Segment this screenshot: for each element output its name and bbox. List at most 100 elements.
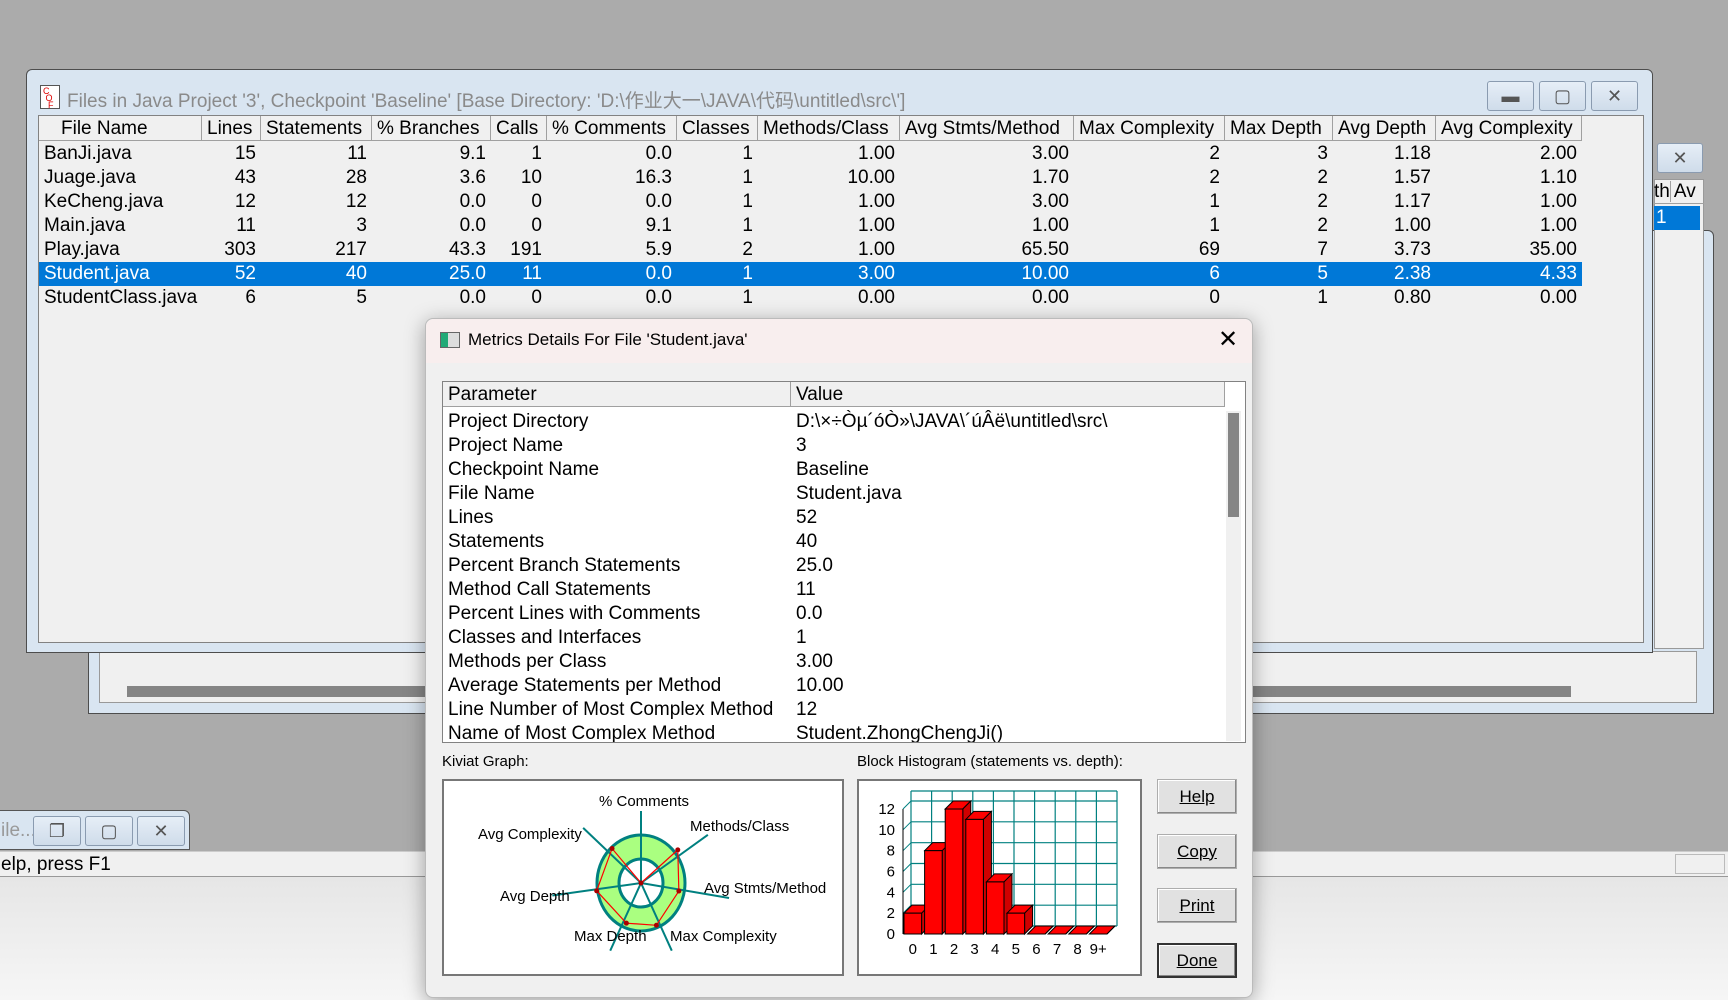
- y-tick-label: 6: [887, 864, 895, 881]
- metric-parameter: Statements: [448, 531, 545, 552]
- table-cell: 65.50: [1021, 239, 1069, 260]
- back-selected-cell[interactable]: 1: [1654, 206, 1700, 230]
- table-row[interactable]: Juage.java 43 28 3.6 10 16.3 1 10.00 1.70 2 2 1.57 1…: [39, 166, 1582, 190]
- copy-label: Copy: [1177, 841, 1217, 861]
- metrics-row[interactable]: Project Name 3: [443, 434, 1225, 458]
- metrics-row[interactable]: Checkpoint Name Baseline: [443, 458, 1225, 482]
- metric-value: 3.00: [796, 651, 833, 672]
- close-button[interactable]: ✕: [1591, 81, 1638, 111]
- column-header[interactable]: Max Depth: [1225, 116, 1333, 141]
- metrics-row[interactable]: Methods per Class 3.00: [443, 650, 1225, 674]
- table-cell: 0: [531, 215, 542, 236]
- table-row[interactable]: Student.java 52 40 25.0 11 0.0 1 3.00 10.00 6 5 2.3…: [39, 262, 1582, 286]
- copy-button[interactable]: Copy: [1157, 834, 1237, 869]
- metrics-table: Parameter Value Project Directory D:\×÷Òµ´ó…: [442, 381, 1246, 743]
- column-header[interactable]: Classes: [677, 116, 758, 141]
- table-cell: 0.00: [1032, 287, 1069, 308]
- metrics-row[interactable]: Average Statements per Method 10.00: [443, 674, 1225, 698]
- table-cell: 0.00: [1540, 287, 1577, 308]
- column-header[interactable]: Avg Complexity: [1436, 116, 1582, 141]
- metrics-row[interactable]: Method Call Statements 11: [443, 578, 1225, 602]
- histogram-bar: [965, 818, 984, 935]
- table-row[interactable]: Main.java 11 3 0.0 0 9.1 1 1.00 1.00 1 2 1.00 1.00: [39, 214, 1582, 238]
- column-header[interactable]: Statements: [261, 116, 372, 141]
- metric-value: 25.0: [796, 555, 833, 576]
- table-row[interactable]: Play.java 303 217 43.3 191 5.9 2 1.00 65.50 69 7 3.…: [39, 238, 1582, 262]
- column-header[interactable]: Calls: [491, 116, 547, 141]
- table-cell: 3: [1317, 143, 1328, 164]
- column-header[interactable]: File Name: [39, 116, 202, 141]
- minimized-window[interactable]: ile... ❐ ▢ ✕: [0, 810, 190, 850]
- table-cell: 2.00: [1540, 143, 1577, 164]
- metric-value: 1: [796, 627, 807, 648]
- table-cell: 52: [234, 263, 256, 284]
- table-cell: 2: [1317, 191, 1328, 212]
- column-header[interactable]: Avg Depth: [1333, 116, 1436, 141]
- column-header[interactable]: Value: [791, 382, 1225, 407]
- table-cell: 0: [531, 191, 542, 212]
- print-label: Print: [1179, 895, 1215, 915]
- column-header[interactable]: Max Complexity: [1074, 116, 1225, 141]
- restore-button[interactable]: ❐: [33, 816, 81, 846]
- column-header[interactable]: Lines: [202, 116, 261, 141]
- x-tick-label: 8: [1073, 941, 1081, 958]
- metrics-row[interactable]: File Name Student.java: [443, 482, 1225, 506]
- close-icon: ✕: [1672, 147, 1688, 168]
- dialog-close-button[interactable]: ✕: [1218, 325, 1238, 354]
- metric-parameter: Percent Branch Statements: [448, 555, 681, 576]
- column-header[interactable]: Parameter: [443, 382, 791, 407]
- column-header[interactable]: % Branches: [372, 116, 491, 141]
- help-button[interactable]: Help: [1157, 779, 1237, 814]
- table-cell: 12: [345, 191, 367, 212]
- kiviat-point: [653, 922, 659, 928]
- column-header[interactable]: Avg Stmts/Method: [900, 116, 1074, 141]
- column-header[interactable]: Methods/Class: [758, 116, 900, 141]
- table-cell: 11: [236, 215, 256, 236]
- table-cell: 1: [1317, 287, 1328, 308]
- table-cell: 10: [520, 167, 542, 188]
- metrics-row[interactable]: Line Number of Most Complex Method 12: [443, 698, 1225, 722]
- column-header[interactable]: % Comments: [547, 116, 677, 141]
- metrics-row[interactable]: Name of Most Complex Method Student.Zhong…: [443, 722, 1225, 742]
- maximize-button[interactable]: ▢: [1539, 81, 1586, 111]
- scrollbar-thumb[interactable]: [1228, 413, 1239, 517]
- table-cell: 1.00: [1394, 215, 1431, 236]
- table-cell: 1.17: [1394, 191, 1431, 212]
- back-header-fragment: Av: [1669, 181, 1696, 202]
- grid-line: [902, 863, 912, 872]
- table-row[interactable]: KeCheng.java 12 12 0.0 0 0.0 1 1.00 3.00 1 2 1.17 1.…: [39, 190, 1582, 214]
- metrics-row[interactable]: Classes and Interfaces 1: [443, 626, 1225, 650]
- metric-parameter: Method Call Statements: [448, 579, 651, 600]
- metric-parameter: Lines: [448, 507, 494, 528]
- close-icon: ✕: [153, 820, 169, 841]
- table-cell: 3.00: [858, 263, 895, 284]
- table-cell: 2: [1209, 167, 1220, 188]
- metrics-scrollbar[interactable]: [1226, 411, 1241, 741]
- metrics-row[interactable]: Statements 40: [443, 530, 1225, 554]
- metrics-row[interactable]: Lines 52: [443, 506, 1225, 530]
- table-cell: 69: [1198, 239, 1220, 260]
- histogram-svg: 0246810120 1 2 3 4 5 6 7 8 9+: [878, 790, 1118, 958]
- table-cell: 1: [742, 287, 753, 308]
- table-cell: StudentClass.java: [44, 287, 198, 308]
- close-button[interactable]: ✕: [137, 816, 185, 846]
- x-tick-label: 9+: [1090, 941, 1107, 958]
- maximize-button[interactable]: ▢: [85, 816, 133, 846]
- print-button[interactable]: Print: [1157, 888, 1237, 923]
- close-icon: ✕: [1606, 85, 1623, 106]
- restore-icon: ❐: [48, 820, 66, 841]
- metrics-row[interactable]: Project Directory D:\×÷Òµ´óÒ»\JAVA\´úÂë\u…: [443, 410, 1225, 434]
- metric-value: Baseline: [796, 459, 869, 480]
- done-button[interactable]: Done: [1157, 943, 1237, 978]
- metrics-row[interactable]: Percent Branch Statements 25.0: [443, 554, 1225, 578]
- back-window-close-button[interactable]: ✕: [1657, 143, 1703, 173]
- metrics-row[interactable]: Percent Lines with Comments 0.0: [443, 602, 1225, 626]
- x-tick-label: 4: [991, 941, 999, 958]
- done-label: Done: [1176, 950, 1218, 970]
- table-cell: 2: [1209, 143, 1220, 164]
- metric-value: D:\×÷Òµ´óÒ»\JAVA\´úÂë\untitled\src\: [796, 411, 1108, 432]
- table-row[interactable]: StudentClass.java 6 5 0.0 0 0.0 1 0.00 0.00 0 1 0.8…: [39, 286, 1582, 310]
- table-row[interactable]: BanJi.java 15 11 9.1 1 0.0 1 1.00 3.00 2 3 1.18 2.00: [39, 142, 1582, 166]
- minimize-button[interactable]: ▬: [1487, 81, 1534, 111]
- table-cell: 28: [345, 167, 367, 188]
